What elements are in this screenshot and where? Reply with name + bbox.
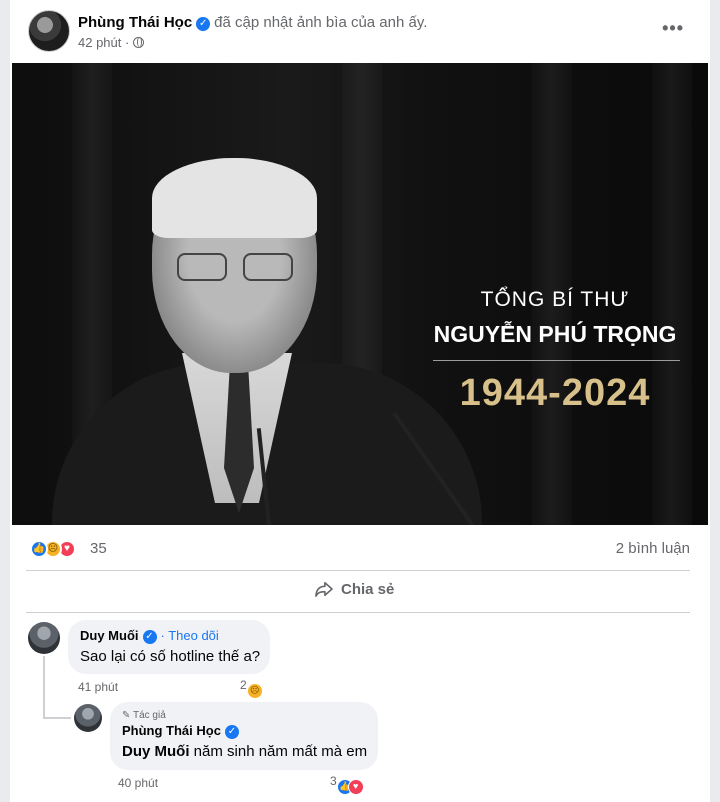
commenter-name[interactable]: Duy Muối bbox=[80, 628, 139, 643]
like-icon: 👍 bbox=[30, 540, 48, 558]
sad-icon: ☹ bbox=[246, 683, 263, 699]
verified-badge-icon: ✓ bbox=[224, 725, 239, 739]
thread-line bbox=[43, 717, 71, 719]
cover-photo[interactable]: TỔNG BÍ THƯ NGUYỄN PHÚ TRỌNG 1944-2024 bbox=[12, 63, 708, 525]
reply-author-name[interactable]: Phùng Thái Học bbox=[122, 723, 221, 738]
share-label: Chia sẻ bbox=[341, 581, 395, 598]
divider bbox=[26, 612, 690, 613]
follow-link[interactable]: · Theo dõi bbox=[161, 628, 219, 643]
commenter-line: Duy Muối ✓ · Theo dõi bbox=[80, 628, 258, 644]
reply-author-avatar[interactable] bbox=[74, 704, 102, 732]
cover-title: TỔNG BÍ THƯ bbox=[480, 288, 630, 311]
reply-text: Duy Muối năm sinh năm mất mà em bbox=[122, 743, 368, 760]
verified-badge-icon: ✓ bbox=[142, 630, 157, 644]
post-action-text: đã cập nhật ảnh bìa của anh ấy. bbox=[214, 14, 428, 31]
reply-author-line: Phùng Thái Học ✓ bbox=[122, 723, 366, 739]
commenter-avatar[interactable] bbox=[28, 622, 60, 654]
globe-icon bbox=[133, 37, 145, 48]
reply-time[interactable]: 40 phút bbox=[118, 776, 158, 790]
post-header: Phùng Thái Học ✓ đã cập nhật ảnh bìa của a… bbox=[78, 14, 427, 31]
author-tag: ✎ Tác giả bbox=[122, 710, 166, 721]
mention-link[interactable]: Duy Muối bbox=[122, 743, 190, 760]
comment-count[interactable]: 2 bình luận bbox=[616, 540, 690, 557]
comment-reaction-count: 2 bbox=[240, 678, 247, 692]
comment-text: Sao lại có số hotline thế a? bbox=[80, 648, 261, 665]
comment-reactions[interactable]: 2 ☹ bbox=[240, 678, 263, 699]
cover-divider bbox=[433, 360, 680, 361]
post-time[interactable]: 42 phút bbox=[78, 35, 121, 50]
cover-name: NGUYỄN PHÚ TRỌNG bbox=[433, 321, 677, 347]
portrait-hair bbox=[152, 158, 317, 238]
share-button[interactable]: Chia sẻ bbox=[315, 581, 394, 605]
post-meta: 42 phút · bbox=[78, 35, 145, 50]
post-card: Phùng Thái Học ✓ đã cập nhật ảnh bìa của a… bbox=[10, 0, 710, 802]
thread-line bbox=[43, 656, 45, 718]
reply-reaction-count: 3 bbox=[330, 774, 337, 788]
cover-years: 1944-2024 bbox=[459, 372, 651, 414]
author-name[interactable]: Phùng Thái Học bbox=[78, 14, 192, 31]
comment-time[interactable]: 41 phút bbox=[78, 680, 118, 694]
divider bbox=[26, 570, 690, 571]
reply-reactions[interactable]: 3 👍 ♥ bbox=[330, 774, 364, 795]
reply-bubble: ✎ Tác giả Phùng Thái Học ✓ Duy Muối năm s… bbox=[110, 702, 378, 770]
share-icon bbox=[315, 581, 333, 597]
love-icon: ♥ bbox=[347, 779, 364, 795]
verified-badge-icon: ✓ bbox=[196, 17, 211, 31]
more-options-button[interactable]: ••• bbox=[662, 18, 684, 39]
reaction-count[interactable]: 35 bbox=[90, 540, 107, 557]
comment-bubble: Duy Muối ✓ · Theo dõi Sao lại có số hotlin… bbox=[68, 620, 270, 674]
author-avatar[interactable] bbox=[28, 10, 70, 52]
portrait-glasses bbox=[177, 253, 297, 283]
